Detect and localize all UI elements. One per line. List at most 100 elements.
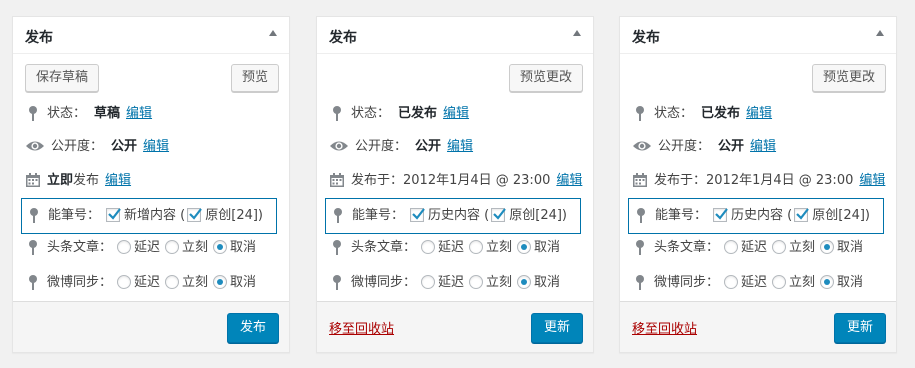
visibility-row: 公开度： 公开 编辑 (329, 136, 473, 158)
weibo-delay-radio[interactable] (724, 274, 739, 289)
headline-row: 头条文章： 延迟 立刻 取消 (329, 237, 560, 259)
weibo-cancel-radio[interactable] (517, 274, 532, 289)
pin-icon (329, 274, 345, 290)
publish-time-edit-link[interactable]: 编辑 (105, 173, 131, 188)
status-edit-link[interactable]: 编辑 (746, 106, 772, 121)
headline-row: 头条文章： 延迟 立刻 取消 (632, 237, 863, 259)
weibo-cancel-label: 取消 (230, 275, 257, 290)
paren-open: ( (484, 208, 490, 223)
status-edit-link[interactable]: 编辑 (126, 106, 152, 121)
weibo-cancel-label: 取消 (837, 275, 864, 290)
visibility-row: 公开度： 公开 编辑 (632, 136, 776, 158)
original-checkbox[interactable] (187, 207, 203, 222)
original-label: 原创[24]) (509, 208, 568, 223)
headline-cancel-label: 取消 (837, 240, 864, 255)
pin-icon (329, 239, 345, 255)
publish-label: 发布 (73, 173, 100, 188)
move-to-trash-link[interactable]: 移至回收站 (329, 318, 394, 337)
status-value: 草稿 (94, 106, 121, 121)
published-on: 发布于：2012年1月4日 @ 23:00 (351, 173, 551, 188)
history-content-checkbox[interactable] (713, 207, 728, 222)
publish-time-row: 立即发布 编辑 (25, 170, 131, 192)
status-row: 状态： 草稿 编辑 (25, 103, 152, 125)
weibo-delay-label: 延迟 (741, 275, 768, 290)
pen-number-label: 能筆号： (48, 208, 101, 223)
headline-cancel-radio[interactable] (213, 239, 228, 254)
status-row: 状态： 已发布 编辑 (329, 103, 469, 125)
weibo-cancel-radio[interactable] (213, 274, 228, 289)
pin-icon (632, 105, 648, 121)
pin-icon (632, 239, 648, 255)
pen-number-label: 能筆号： (352, 208, 405, 223)
original-checkbox[interactable] (794, 207, 810, 222)
weibo-now-radio[interactable] (165, 274, 180, 289)
headline-delay-label: 延迟 (134, 240, 161, 255)
headline-delay-radio[interactable] (421, 239, 436, 254)
save-draft-button[interactable]: 保存草稿 (25, 64, 100, 92)
pin-icon (25, 239, 41, 255)
visibility-edit-link[interactable]: 编辑 (750, 139, 776, 154)
status-value: 已发布 (701, 106, 741, 121)
weibo-row: 微博同步： 延迟 立刻 取消 (25, 272, 256, 294)
history-content-checkbox[interactable] (410, 207, 425, 222)
eye-icon (25, 138, 45, 154)
preview-changes-button[interactable]: 预览更改 (508, 64, 583, 92)
published-on: 发布于：2012年1月4日 @ 23:00 (654, 173, 854, 188)
headline-delay-radio[interactable] (724, 239, 739, 254)
headline-now-radio[interactable] (165, 239, 180, 254)
publish-button[interactable]: 发布 (226, 313, 279, 343)
history-content-label: 历史内容 (428, 208, 481, 223)
publish-time-edit-link[interactable]: 编辑 (859, 173, 885, 188)
headline-now-radio[interactable] (469, 239, 484, 254)
headline-cancel-radio[interactable] (517, 239, 532, 254)
headline-delay-radio[interactable] (117, 239, 132, 254)
update-button[interactable]: 更新 (530, 313, 583, 343)
update-button[interactable]: 更新 (833, 313, 886, 343)
original-checkbox[interactable] (491, 207, 507, 222)
weibo-now-label: 立刻 (486, 275, 513, 290)
weibo-now-radio[interactable] (469, 274, 484, 289)
new-content-checkbox[interactable] (106, 207, 121, 222)
visibility-edit-link[interactable]: 编辑 (143, 139, 169, 154)
headline-cancel-radio[interactable] (820, 239, 835, 254)
weibo-cancel-label: 取消 (534, 275, 561, 290)
weibo-label: 微博同步： (654, 275, 720, 290)
status-label: 状态： (351, 106, 391, 121)
visibility-label: 公开度： (658, 139, 711, 154)
visibility-row: 公开度： 公开 编辑 (25, 136, 169, 158)
weibo-cancel-radio[interactable] (820, 274, 835, 289)
collapse-arrow-icon[interactable] (573, 30, 581, 36)
weibo-row: 微博同步： 延迟 立刻 取消 (632, 272, 863, 294)
history-content-label: 历史内容 (731, 208, 784, 223)
publish-time-edit-link[interactable]: 编辑 (556, 173, 582, 188)
publish-box-published: 发布 预览更改 状态： 已发布 编辑 公开度： 公开 编辑 发布于：2012年1月4日 … (316, 16, 594, 353)
weibo-delay-radio[interactable] (421, 274, 436, 289)
visibility-value: 公开 (111, 139, 138, 154)
collapse-arrow-icon[interactable] (269, 30, 277, 36)
pin-icon (329, 105, 345, 121)
calendar-icon (25, 172, 41, 188)
status-label: 状态： (47, 106, 87, 121)
weibo-now-label: 立刻 (789, 275, 816, 290)
pin-icon (25, 274, 41, 290)
panel-header: 发布 (317, 17, 593, 54)
move-to-trash-link[interactable]: 移至回收站 (632, 318, 697, 337)
collapse-arrow-icon[interactable] (876, 30, 884, 36)
weibo-now-radio[interactable] (772, 274, 787, 289)
publish-time-row: 发布于：2012年1月4日 @ 23:00 编辑 (329, 170, 582, 192)
panel-header: 发布 (13, 17, 289, 54)
pen-number-box: 能筆号： 新增内容 (原创[24]) (21, 198, 277, 234)
panel-title: 发布 (632, 30, 660, 46)
weibo-delay-radio[interactable] (117, 274, 132, 289)
calendar-icon (632, 172, 648, 188)
status-edit-link[interactable]: 编辑 (443, 106, 469, 121)
visibility-edit-link[interactable]: 编辑 (447, 139, 473, 154)
pin-icon (632, 274, 648, 290)
preview-button[interactable]: 预览 (230, 64, 279, 92)
preview-changes-button[interactable]: 预览更改 (811, 64, 886, 92)
headline-now-radio[interactable] (772, 239, 787, 254)
pin-icon (26, 207, 42, 223)
headline-delay-label: 延迟 (741, 240, 768, 255)
panel-footer: 发布 (13, 301, 289, 352)
eye-icon (329, 138, 349, 154)
